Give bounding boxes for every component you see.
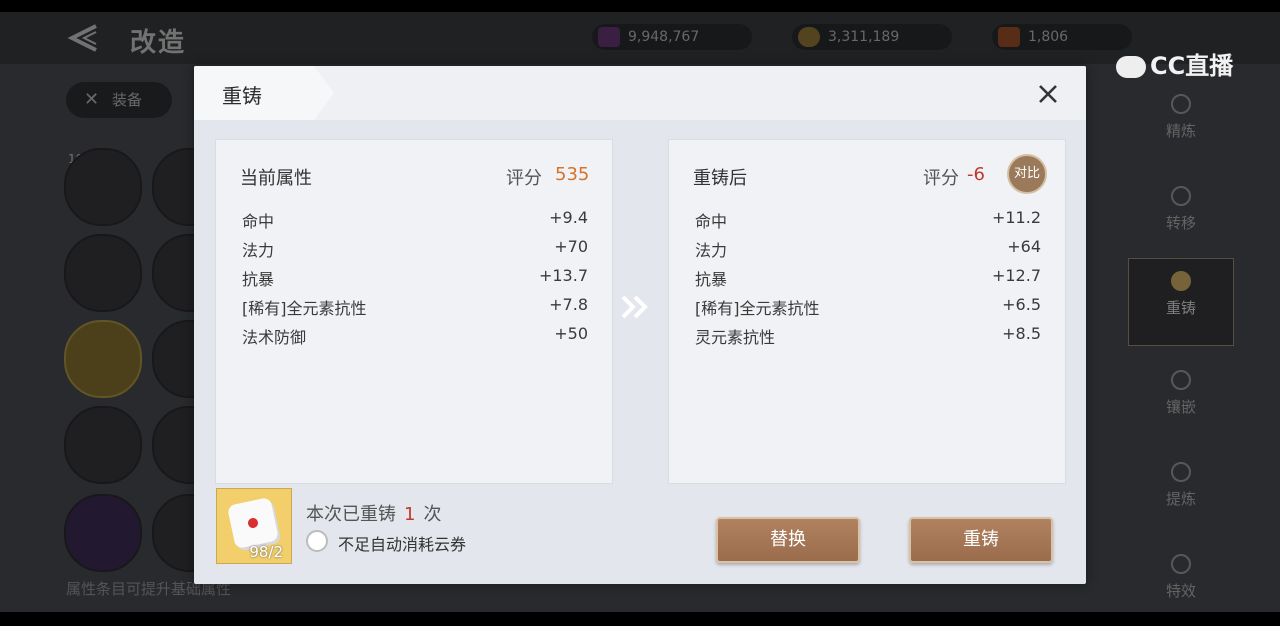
- attribute-row: 抗暴 +12.7: [695, 266, 1041, 294]
- reforge-count-number: 1: [404, 504, 416, 525]
- reforge-material-slot[interactable]: 98/2: [216, 488, 292, 564]
- attribute-row: [稀有]全元素抗性 +6.5: [695, 295, 1041, 323]
- dialog-title: 重铸: [222, 84, 262, 108]
- after-reforge-panel: 重铸后 评分 -6 对比 命中 +11.2 法力 +64 抗暴 +12.7 [稀…: [668, 139, 1066, 484]
- attribute-row: [稀有]全元素抗性 +7.8: [242, 295, 588, 323]
- watermark-text: CC直播: [1150, 52, 1234, 80]
- attribute-name: 灵元素抗性: [695, 328, 776, 347]
- material-count: 98/2: [249, 543, 283, 561]
- attribute-value: +12.7: [991, 266, 1041, 285]
- score-label: 评分: [923, 168, 959, 189]
- attribute-value: +9.4: [549, 208, 588, 227]
- attribute-name: 抗暴: [242, 270, 275, 289]
- score-value: 535: [555, 164, 590, 185]
- attribute-value: +6.5: [1002, 295, 1041, 314]
- cc-cloud-icon: [1116, 56, 1146, 78]
- reforge-count-prefix: 本次已重铸: [306, 504, 396, 525]
- close-icon[interactable]: [1034, 80, 1062, 108]
- game-screen: 改造 9,948,767 3,311,189 1,806 ✕ 装备 10 属性条…: [0, 12, 1280, 612]
- attribute-row: 灵元素抗性 +8.5: [695, 324, 1041, 352]
- reforge-button[interactable]: 重铸: [909, 517, 1053, 563]
- attribute-name: 法力: [695, 241, 728, 260]
- attribute-name: 抗暴: [695, 270, 728, 289]
- attribute-name: 法术防御: [242, 328, 307, 347]
- attribute-row: 法术防御 +50: [242, 324, 588, 352]
- attribute-name: [稀有]全元素抗性: [695, 299, 820, 318]
- attribute-row: 命中 +9.4: [242, 208, 588, 236]
- attribute-value: +8.5: [1002, 324, 1041, 343]
- title-tab: [194, 66, 334, 120]
- panel-title: 当前属性: [240, 168, 312, 189]
- panel-title: 重铸后: [693, 168, 747, 189]
- replace-button[interactable]: 替换: [716, 517, 860, 563]
- attribute-name: 命中: [695, 212, 728, 231]
- attribute-value: +11.2: [991, 208, 1041, 227]
- attribute-row: 抗暴 +13.7: [242, 266, 588, 294]
- reforge-count-suffix: 次: [423, 504, 442, 525]
- attribute-value: +13.7: [538, 266, 588, 285]
- dice-icon: [226, 496, 280, 550]
- attribute-name: 法力: [242, 241, 275, 260]
- attribute-value: +50: [554, 324, 588, 343]
- attribute-row: 命中 +11.2: [695, 208, 1041, 236]
- auto-consume-label: 不足自动消耗云券: [338, 535, 467, 554]
- double-chevron-right-icon: [621, 295, 648, 319]
- compare-button[interactable]: 对比: [1007, 154, 1047, 194]
- current-attributes-panel: 当前属性 评分 535 命中 +9.4 法力 +70 抗暴 +13.7 [稀有]…: [215, 139, 613, 484]
- dialog-header: 重铸: [194, 66, 1086, 120]
- attribute-value: +7.8: [549, 295, 588, 314]
- score-value: -6: [967, 164, 985, 185]
- score-label: 评分: [506, 168, 542, 189]
- attribute-name: [稀有]全元素抗性: [242, 299, 367, 318]
- watermark: CC直播: [1116, 46, 1233, 81]
- reforge-dialog: 重铸 当前属性 评分 535 命中 +9.4 法力 +70 抗暴 +13.7 […: [194, 66, 1086, 584]
- attribute-row: 法力 +70: [242, 237, 588, 265]
- attribute-value: +64: [1007, 237, 1041, 256]
- reforge-count: 本次已重铸 1 次: [306, 500, 441, 526]
- attribute-value: +70: [554, 237, 588, 256]
- attribute-row: 法力 +64: [695, 237, 1041, 265]
- attribute-name: 命中: [242, 212, 275, 231]
- auto-consume-radio[interactable]: [306, 530, 328, 552]
